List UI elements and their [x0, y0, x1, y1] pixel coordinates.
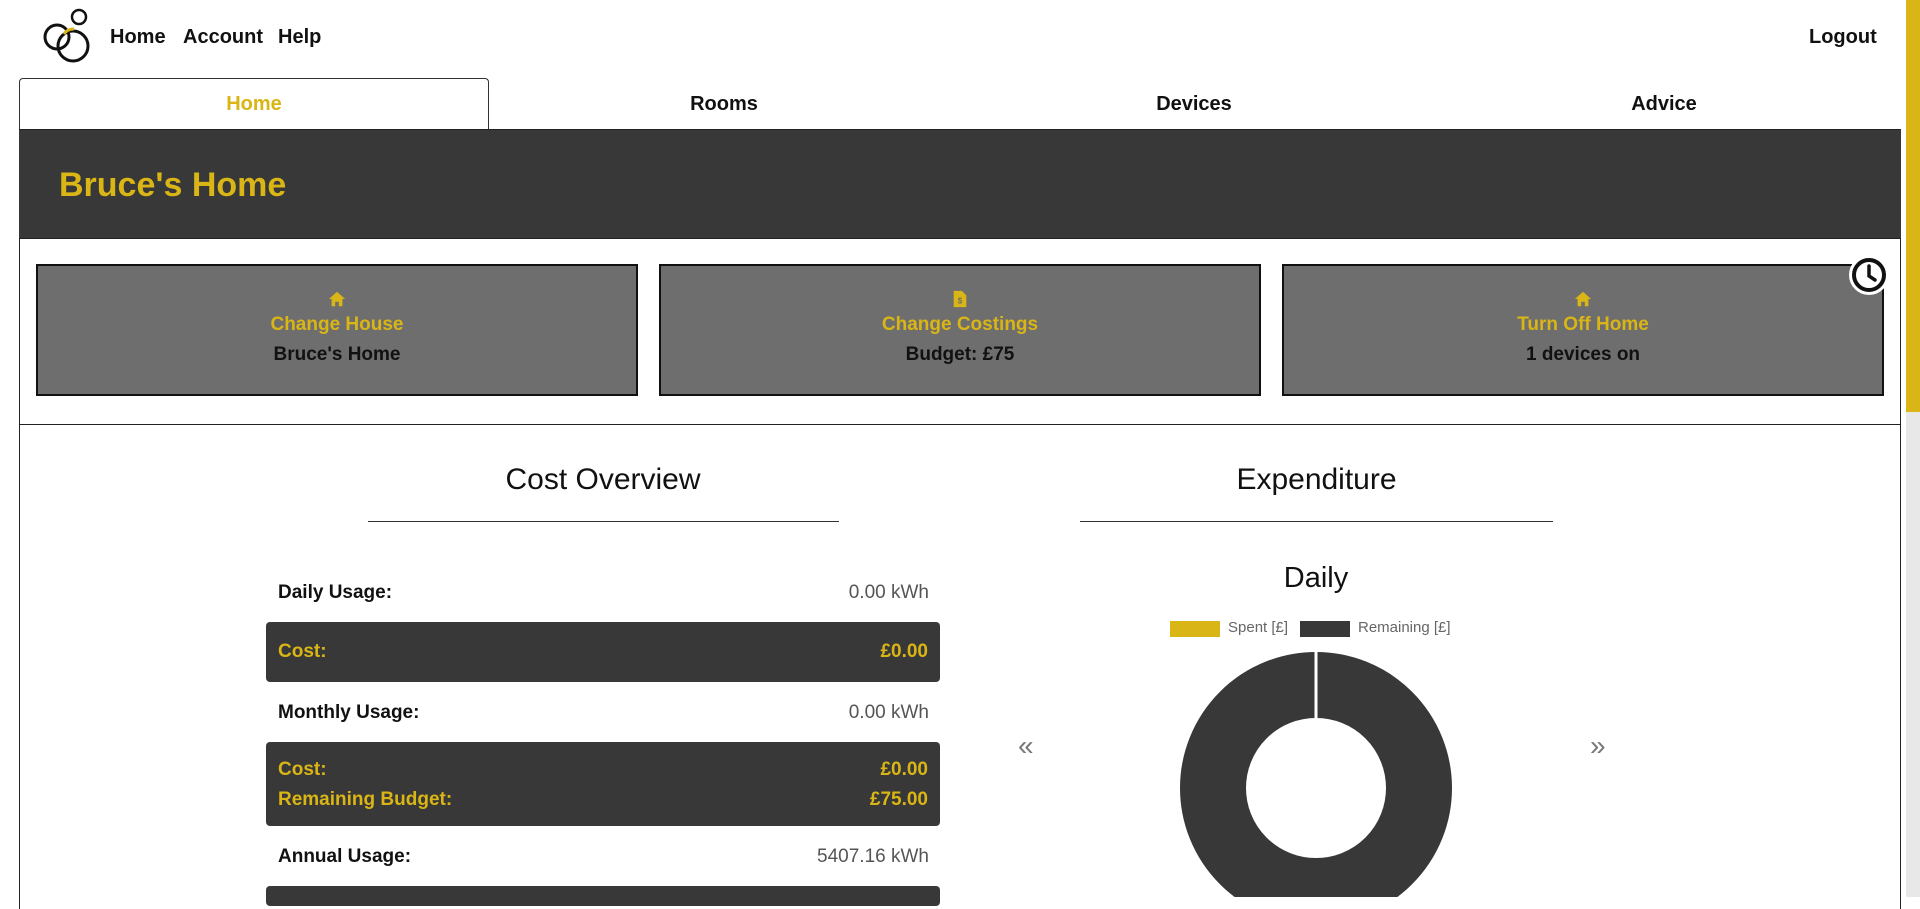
- cost-overview-title: Cost Overview: [505, 463, 701, 496]
- monthly-cost-box: Cost: £0.00 Remaining Budget: £75.00: [266, 742, 940, 826]
- chart-next-arrow[interactable]: »: [1590, 730, 1606, 762]
- tab-rooms[interactable]: Rooms: [489, 78, 959, 130]
- legend-label-remaining: Remaining [£]: [1358, 619, 1451, 636]
- expenditure-title: Expenditure: [1236, 463, 1397, 496]
- logout-link[interactable]: Logout: [1809, 26, 1877, 49]
- daily-cost-value: £0.00: [880, 641, 928, 662]
- file-invoice-icon: $: [953, 290, 967, 308]
- card-title: Change Costings: [881, 314, 1039, 335]
- action-cards-row: Change House Bruce's Home $ Change Costi…: [19, 239, 1901, 425]
- nav-home-link[interactable]: Home: [110, 26, 166, 49]
- home-icon: [328, 291, 346, 307]
- page-header: Bruce's Home: [19, 129, 1901, 239]
- monthly-cost-value: £0.00: [880, 759, 928, 780]
- top-navbar: Home Account Help Logout: [0, 0, 1900, 78]
- chart-title: Daily: [1283, 562, 1349, 594]
- remaining-budget-value: £75.00: [869, 789, 928, 810]
- tab-advice[interactable]: Advice: [1429, 78, 1899, 130]
- daily-cost-box: Cost: £0.00: [266, 622, 940, 682]
- monthly-cost-label: Cost:: [278, 759, 327, 780]
- bubbles-logo-icon[interactable]: [42, 6, 96, 66]
- daily-usage-label: Daily Usage:: [278, 582, 393, 603]
- tab-bar: Home Rooms Devices Advice: [19, 78, 1901, 130]
- legend-swatch-spent: [1170, 621, 1220, 637]
- chart-legend: Spent [£] Remaining [£]: [1170, 619, 1470, 641]
- change-costings-card[interactable]: $ Change Costings Budget: £75: [659, 264, 1261, 396]
- card-title: Change House: [270, 314, 404, 335]
- monthly-usage-value: 0.00 kWh: [848, 702, 929, 723]
- scrollbar-thumb[interactable]: [1906, 0, 1920, 412]
- home-icon: [1574, 291, 1592, 307]
- daily-donut-chart: [1180, 651, 1452, 897]
- change-house-card[interactable]: Change House Bruce's Home: [36, 264, 638, 396]
- page-title: Bruce's Home: [59, 166, 287, 204]
- remaining-budget-label: Remaining Budget:: [278, 789, 453, 810]
- card-title: Turn Off Home: [1517, 314, 1649, 335]
- daily-cost-label: Cost:: [278, 641, 327, 662]
- section-divider: [1080, 521, 1553, 522]
- legend-label-spent: Spent [£]: [1228, 619, 1289, 636]
- section-divider: [368, 521, 839, 522]
- annual-usage-label: Annual Usage:: [278, 846, 412, 867]
- annual-cost-box: [266, 886, 940, 906]
- card-subtitle: 1 devices on: [1525, 344, 1641, 365]
- svg-text:$: $: [958, 297, 963, 306]
- annual-usage-value: 5407.16 kWh: [817, 846, 929, 867]
- turn-off-home-card[interactable]: Turn Off Home 1 devices on: [1282, 264, 1884, 396]
- clock-icon[interactable]: [1848, 254, 1890, 296]
- legend-swatch-remaining: [1300, 621, 1350, 637]
- vertical-scrollbar[interactable]: [1906, 0, 1920, 897]
- chart-prev-arrow[interactable]: «: [1018, 730, 1034, 762]
- card-subtitle: Budget: £75: [905, 344, 1015, 365]
- daily-usage-value: 0.00 kWh: [848, 582, 929, 603]
- nav-help-link[interactable]: Help: [278, 26, 321, 49]
- monthly-usage-label: Monthly Usage:: [278, 702, 420, 723]
- nav-account-link[interactable]: Account: [183, 26, 263, 49]
- card-subtitle: Bruce's Home: [273, 344, 401, 365]
- tab-home[interactable]: Home: [19, 78, 489, 130]
- tab-devices[interactable]: Devices: [959, 78, 1429, 130]
